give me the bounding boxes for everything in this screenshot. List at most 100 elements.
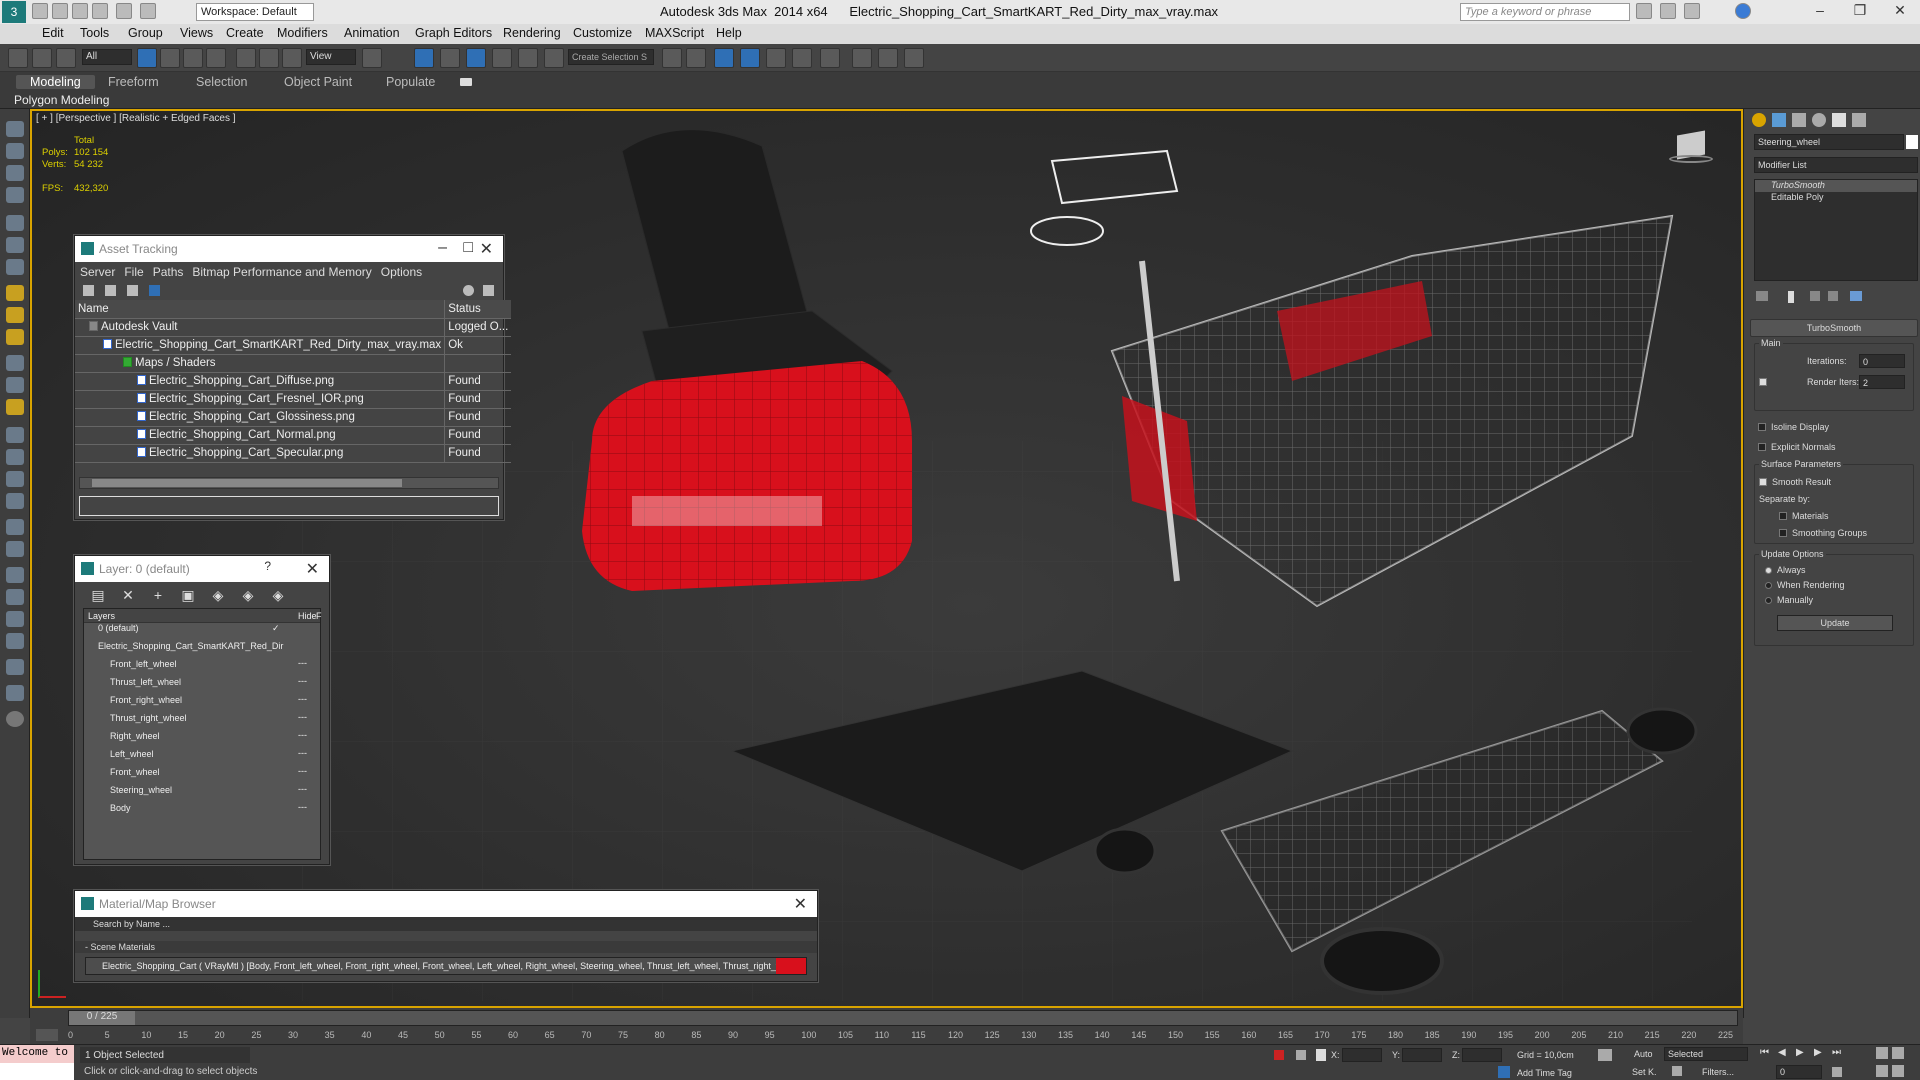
x-coordinate-field[interactable] xyxy=(1342,1048,1382,1062)
curve-editor-icon[interactable] xyxy=(766,48,786,68)
search-input[interactable]: Type a keyword or phrase xyxy=(1460,3,1630,21)
tool-strip-icon-4[interactable] xyxy=(6,187,24,203)
make-unique-icon[interactable] xyxy=(1810,291,1820,301)
always-radio[interactable]: Always xyxy=(1765,565,1806,575)
hide-toggle[interactable]: --- xyxy=(298,676,307,686)
align-icon[interactable] xyxy=(686,48,706,68)
layer-row-object[interactable]: Body --- xyxy=(84,799,320,817)
favorites-star-icon[interactable] xyxy=(1684,3,1700,19)
key-filters-icon[interactable] xyxy=(1672,1066,1682,1076)
menu-server[interactable]: Server xyxy=(80,265,115,282)
highlight-icon[interactable] xyxy=(483,285,494,296)
named-selection-dropdown[interactable]: Create Selection S xyxy=(568,49,654,65)
angle-snap-icon[interactable] xyxy=(466,48,486,68)
ribbon-options-icon[interactable] xyxy=(460,78,472,86)
selection-filter-dropdown[interactable]: All xyxy=(82,49,132,65)
menu-bitmap-performance[interactable]: Bitmap Performance and Memory xyxy=(192,265,371,282)
zoom-all-icon[interactable] xyxy=(1892,1047,1904,1059)
object-color-swatch[interactable] xyxy=(1906,135,1918,149)
transform-mode-icon[interactable] xyxy=(1316,1049,1326,1061)
link-icon[interactable] xyxy=(8,48,28,68)
tab-populate[interactable]: Populate xyxy=(386,75,435,89)
time-config-icon[interactable] xyxy=(1832,1067,1842,1077)
select-in-layer-icon[interactable]: ▣ xyxy=(181,588,195,602)
maxscript-listener-input[interactable]: Welcome to xyxy=(0,1045,74,1063)
binoculars-icon[interactable] xyxy=(1636,3,1652,19)
layer-row-object[interactable]: Right_wheel --- xyxy=(84,727,320,745)
undo-icon[interactable] xyxy=(92,3,108,19)
horizontal-scrollbar[interactable] xyxy=(79,477,499,489)
tool-strip-icon-2[interactable] xyxy=(6,143,24,159)
menu-graph-editors[interactable]: Graph Editors xyxy=(415,26,492,40)
menu-options[interactable]: Options xyxy=(381,265,422,282)
render-production-icon[interactable] xyxy=(904,48,924,68)
utilities-tab-icon[interactable] xyxy=(1852,113,1866,127)
tool-strip-icon-8[interactable] xyxy=(6,285,24,301)
menu-edit[interactable]: Edit xyxy=(42,26,64,40)
menu-rendering[interactable]: Rendering xyxy=(503,26,561,40)
auto-key-button[interactable]: Auto xyxy=(1634,1049,1653,1059)
pan-icon[interactable] xyxy=(1876,1065,1888,1077)
menu-help[interactable]: Help xyxy=(716,26,742,40)
show-end-result-icon[interactable] xyxy=(1788,291,1794,303)
workspace-dropdown[interactable]: Workspace: Default xyxy=(196,3,314,21)
materials-checkbox[interactable]: Materials xyxy=(1779,511,1829,521)
tool-strip-icon-10[interactable] xyxy=(6,329,24,345)
spinner-snap-icon[interactable] xyxy=(518,48,538,68)
tools-icon[interactable] xyxy=(1660,3,1676,19)
tool-strip-icon-11[interactable] xyxy=(6,355,24,371)
layer-row-object[interactable]: Steering_wheel --- xyxy=(84,781,320,799)
hide-toggle[interactable]: --- xyxy=(298,784,307,794)
orbit-icon[interactable] xyxy=(1892,1065,1904,1077)
select-manipulate-icon[interactable] xyxy=(414,48,434,68)
layer-row-scene[interactable]: Electric_Shopping_Cart_SmartKART_Red_Dir xyxy=(84,637,320,655)
add-time-tag[interactable]: Add Time Tag xyxy=(1517,1068,1572,1078)
stack-item-editable-poly[interactable]: Editable Poly xyxy=(1755,192,1917,204)
tool-strip-icon-14[interactable] xyxy=(6,427,24,443)
table-row[interactable]: Autodesk Vault Logged O... xyxy=(75,318,512,337)
time-tag-icon[interactable] xyxy=(1498,1066,1510,1078)
create-geometry-icon[interactable] xyxy=(6,121,24,137)
rollout-turbosmooth[interactable]: TurboSmooth xyxy=(1750,319,1918,337)
table-row[interactable]: Maps / Shaders xyxy=(75,354,512,373)
tool-strip-icon-9[interactable] xyxy=(6,307,24,323)
new-file-icon[interactable] xyxy=(32,3,48,19)
maximize-button[interactable]: ❐ xyxy=(1840,2,1880,22)
table-row[interactable]: Electric_Shopping_Cart_SmartKART_Red_Dir… xyxy=(75,336,512,355)
manually-radio[interactable]: Manually xyxy=(1765,595,1813,605)
z-coordinate-field[interactable] xyxy=(1462,1048,1502,1062)
play-icon[interactable]: ▶ xyxy=(1796,1047,1804,1058)
unlink-icon[interactable] xyxy=(32,48,52,68)
menu-file[interactable]: File xyxy=(124,265,143,282)
menu-paths[interactable]: Paths xyxy=(153,265,184,282)
tool-strip-icon-16[interactable] xyxy=(6,471,24,487)
key-icon[interactable] xyxy=(1598,1049,1612,1061)
explicit-normals-checkbox[interactable]: Explicit Normals xyxy=(1758,442,1836,452)
table-row[interactable]: Electric_Shopping_Cart_Glossiness.png Fo… xyxy=(75,408,512,427)
help-icon[interactable] xyxy=(1735,3,1751,19)
tool-strip-icon-18[interactable] xyxy=(6,519,24,535)
refresh-icon[interactable] xyxy=(83,285,94,296)
current-frame-field[interactable]: 0 xyxy=(1776,1065,1822,1079)
hide-toggle[interactable]: --- xyxy=(298,658,307,668)
maxscript-output[interactable] xyxy=(0,1063,74,1080)
tool-strip-icon-3[interactable] xyxy=(6,165,24,181)
column-status[interactable]: Status xyxy=(444,300,512,319)
zoom-icon[interactable] xyxy=(1876,1047,1888,1059)
menu-customize[interactable]: Customize xyxy=(573,26,632,40)
list-view-icon[interactable] xyxy=(105,285,116,296)
stack-item-turbosmooth[interactable]: TurboSmooth xyxy=(1755,180,1917,192)
tool-strip-icon-17[interactable] xyxy=(6,493,24,509)
smooth-result-checkbox[interactable]: Smooth Result xyxy=(1759,477,1831,487)
hide-all-layers-icon[interactable]: ◈ xyxy=(241,588,255,602)
rectangular-selection-icon[interactable] xyxy=(183,48,203,68)
tab-modeling[interactable]: Modeling xyxy=(16,75,95,89)
modify-tab-icon[interactable] xyxy=(1772,113,1786,127)
menu-modifiers[interactable]: Modifiers xyxy=(277,26,328,40)
create-tab-icon[interactable] xyxy=(1752,113,1766,127)
window-crossing-icon[interactable] xyxy=(206,48,226,68)
close-icon[interactable]: ✕ xyxy=(794,894,807,914)
curve-editor-mini-icon[interactable] xyxy=(36,1029,58,1041)
tool-strip-icon-22[interactable] xyxy=(6,611,24,627)
column-layers[interactable]: Layers xyxy=(88,611,115,621)
